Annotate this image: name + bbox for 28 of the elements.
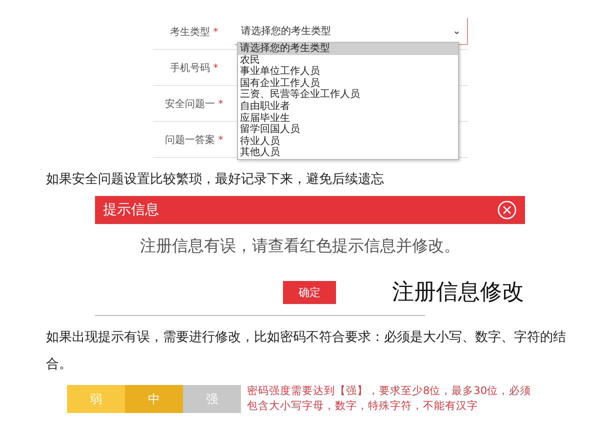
password-hint: 密码强度需要达到【强】，要求至少8位，最多30位，必须包含大小写字母，数字，特殊字符，不能有汉字 <box>247 384 532 414</box>
dropdown-option[interactable]: 国有企业工作人员 <box>238 78 458 90</box>
strength-segment: 中 <box>125 385 183 413</box>
field-label: 手机号码 <box>170 62 210 74</box>
dropdown-option[interactable]: 留学回国人员 <box>238 124 458 136</box>
caption: 注册信息修改 <box>392 279 524 307</box>
required-mark: * <box>218 134 224 146</box>
field-label: 考生类型 <box>170 26 210 38</box>
dropdown-option[interactable]: 其他人员 <box>238 147 458 159</box>
dialog-message: 注册信息有误，请查看红色提示信息并修改。 <box>139 236 461 257</box>
dropdown-option[interactable]: 应届毕业生 <box>238 112 458 124</box>
dropdown-option[interactable]: 待业人员 <box>238 136 458 148</box>
field-label: 安全问题一 <box>164 98 215 110</box>
strength-segment: 弱 <box>67 385 125 413</box>
dropdown-option[interactable]: 三资、民营等企业工作人员 <box>238 89 458 101</box>
dropdown-option[interactable]: 事业单位工作人员 <box>238 66 458 78</box>
required-mark: * <box>218 98 224 110</box>
dropdown-option[interactable]: 农民 <box>238 54 458 66</box>
field-label: 问题一答案 <box>164 134 215 146</box>
required-mark: * <box>213 62 218 74</box>
paragraph: 如果安全问题设置比较繁琐，最好记录下来，避免后续遗忘 <box>46 171 385 188</box>
confirm-button[interactable]: 确定 <box>283 280 336 304</box>
close-icon[interactable] <box>497 200 517 220</box>
dropdown-option[interactable]: 请选择您的考生类型 <box>238 43 458 55</box>
dropdown-option[interactable]: 自由职业者 <box>238 100 458 113</box>
required-mark: * <box>213 26 218 38</box>
paragraph: 如果出现提示有误，需要进行修改，比如密码不符合要求：必须是大小写、数字、字符的结合。 <box>46 329 567 374</box>
dialog-title: 提示信息 <box>103 201 159 219</box>
